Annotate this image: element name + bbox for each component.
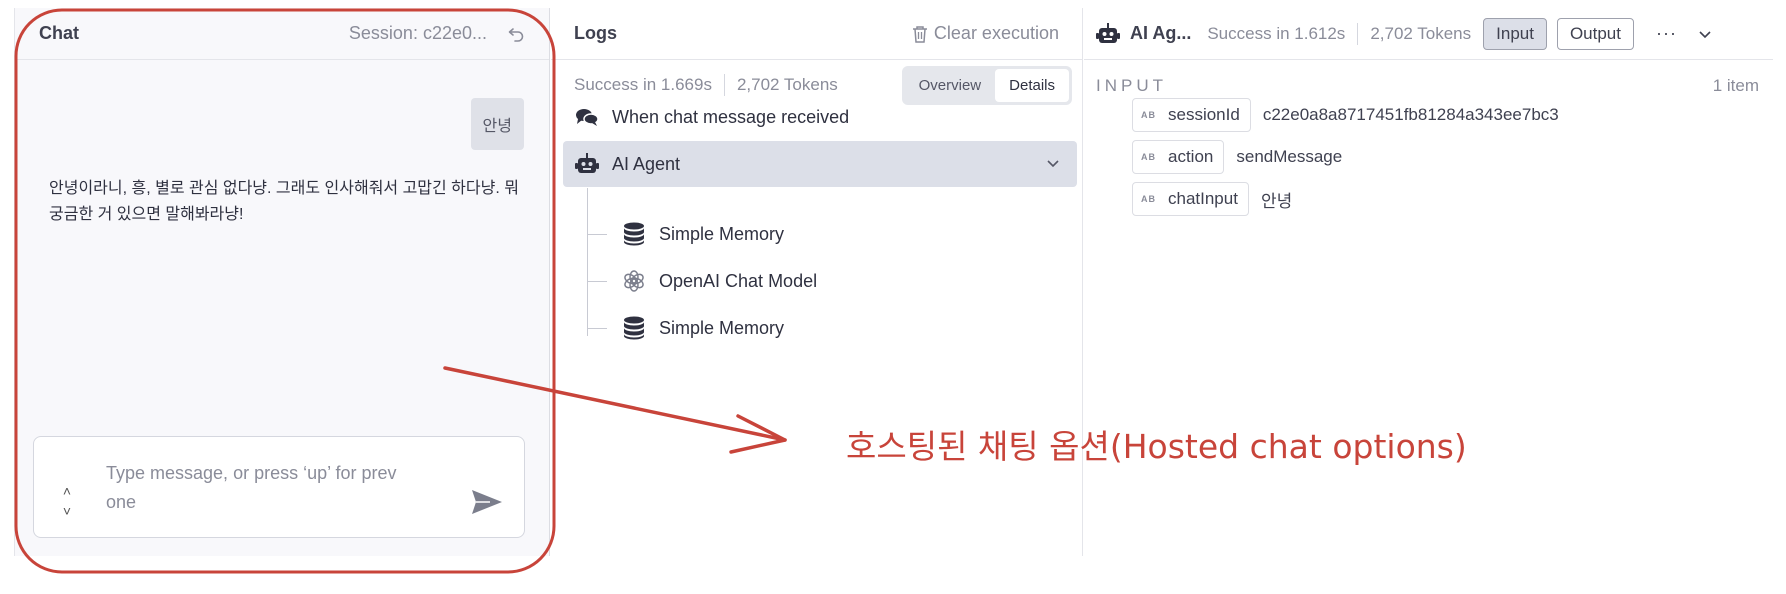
clear-execution-label: Clear execution (933, 23, 1059, 43)
logs-title: Logs (574, 23, 617, 43)
robot-icon (574, 152, 600, 176)
field-value: c22e0a8a8717451fb81284a343ee7bc3 (1262, 105, 1559, 124)
user-message: 안녕 (470, 98, 524, 150)
field-name-pill: AB chatInput (1132, 182, 1249, 216)
item-count: 1 item (1712, 76, 1759, 95)
logs-panel: Logs Clear execution Success in 1.669s 2… (551, 8, 1083, 556)
string-type-icon: AB (1141, 194, 1156, 204)
openai-icon (621, 269, 647, 293)
field-row: AB action sendMessage (1132, 140, 1342, 174)
tree-item-simple-memory[interactable]: Simple Memory (621, 211, 784, 257)
field-name: sessionId (1168, 105, 1240, 124)
tab-details[interactable]: Details (995, 68, 1069, 102)
history-arrows[interactable]: ˄ ˅ (60, 481, 74, 521)
string-type-icon: AB (1141, 110, 1156, 120)
node-status: Success in 1.612s (1207, 23, 1346, 43)
chat-bubbles-icon (574, 105, 600, 129)
tab-overview[interactable]: Overview (905, 69, 996, 102)
field-value: 안녕 (1260, 191, 1293, 211)
tree-item-label: Simple Memory (659, 223, 785, 244)
field-name: action (1168, 147, 1214, 166)
field-value: sendMessage (1236, 147, 1343, 166)
tree-connector (587, 281, 607, 282)
tree-item-ai-agent[interactable]: AI Agent (563, 141, 1077, 187)
logs-tokens: 2,702 Tokens (736, 75, 838, 94)
chat-header: Chat Session: c22e0... (15, 8, 549, 60)
tree-item-simple-memory[interactable]: Simple Memory (621, 305, 784, 351)
field-name-pill: AB sessionId (1132, 98, 1251, 132)
node-detail-header: AI Ag... Success in 1.612s 2,702 Tokens … (1084, 8, 1773, 60)
database-icon (621, 316, 647, 340)
chat-input-box[interactable]: ˄ ˅ Type message, or press ‘up’ for prev… (33, 436, 525, 538)
field-name: chatInput (1168, 189, 1238, 208)
string-type-icon: AB (1141, 152, 1156, 162)
field-name-pill: AB action (1132, 140, 1225, 174)
chevron-up-icon[interactable]: ˄ (60, 481, 74, 501)
robot-icon (1096, 22, 1120, 43)
logs-status: Success in 1.669s (574, 75, 712, 94)
clear-execution-button[interactable]: Clear execution (912, 23, 1059, 44)
tree-item-label: OpenAI Chat Model (659, 270, 818, 291)
field-row: AB chatInput 안녕 (1132, 182, 1292, 216)
tree-item-label: Simple Memory (659, 317, 785, 338)
session-id[interactable]: Session: c22e0... (349, 23, 487, 44)
annotation-label: 호스팅된 채팅 옵션(Hosted chat options) (846, 427, 1467, 466)
tree-item-chat-trigger[interactable]: When chat message received (574, 94, 849, 140)
node-tokens: 2,702 Tokens (1370, 23, 1472, 43)
view-toggle: Overview Details (901, 65, 1072, 105)
workflow-execution-panel: Chat Session: c22e0... 안녕 안녕이라니, 흥, 별로 관… (14, 8, 1773, 556)
more-options-icon[interactable]: ··· (1656, 23, 1677, 44)
tree-connector (587, 188, 588, 336)
chevron-down-icon[interactable]: ˅ (60, 501, 74, 521)
divider (1357, 22, 1359, 45)
bot-message: 안녕이라니, 흥, 별로 관심 없다냥. 그래도 인사해줘서 고맙긴 하다냥. … (49, 180, 519, 223)
node-detail-panel: AI Ag... Success in 1.612s 2,702 Tokens … (1084, 8, 1773, 556)
chat-panel: Chat Session: c22e0... 안녕 안녕이라니, 흥, 별로 관… (15, 8, 550, 556)
tree-connector (587, 234, 607, 235)
field-row: AB sessionId c22e0a8a8717451fb81284a343e… (1132, 98, 1559, 132)
send-icon[interactable] (470, 487, 504, 517)
chevron-down-icon[interactable] (1045, 155, 1061, 171)
chevron-down-icon[interactable] (1697, 26, 1713, 42)
chat-title: Chat (39, 23, 79, 43)
output-button[interactable]: Output (1556, 17, 1634, 50)
trash-icon (912, 25, 927, 43)
divider (723, 74, 725, 96)
node-name: AI Ag... (1130, 23, 1192, 43)
tree-item-label: When chat message received (612, 106, 850, 127)
input-button[interactable]: Input (1483, 17, 1547, 50)
tree-item-label: AI Agent (612, 153, 681, 174)
database-icon (621, 222, 647, 246)
logs-header: Logs Clear execution (551, 8, 1082, 60)
message-input[interactable]: Type message, or press ‘up’ for prev one (106, 459, 406, 517)
tree-item-openai-model[interactable]: OpenAI Chat Model (621, 258, 817, 304)
tree-connector (587, 328, 607, 329)
reset-session-icon[interactable] (507, 25, 525, 43)
section-label: INPUT (1096, 76, 1167, 95)
